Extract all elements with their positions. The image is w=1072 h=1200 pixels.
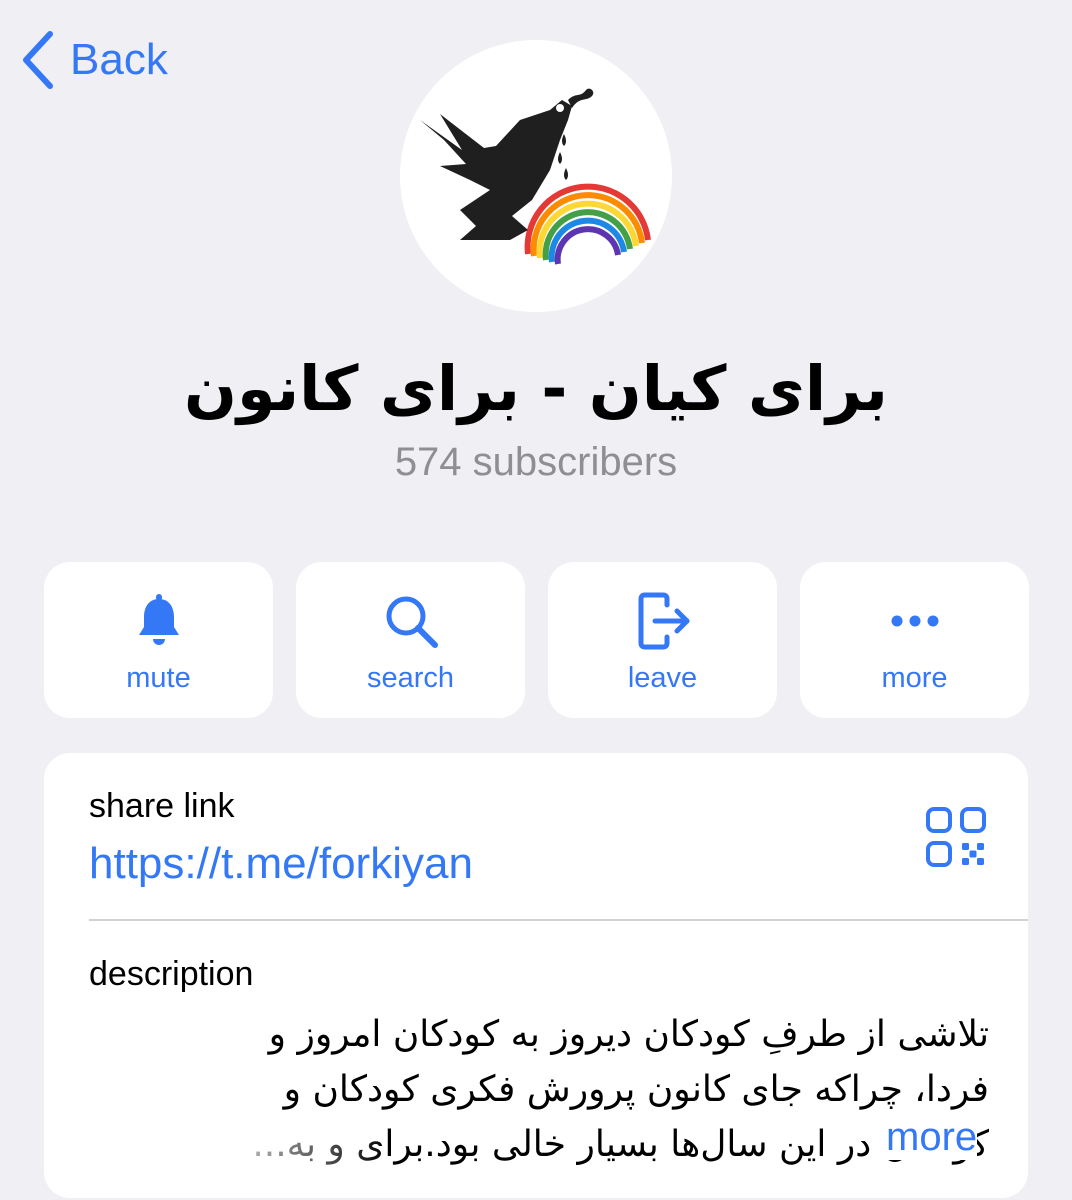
qr-code-icon[interactable] [924, 805, 988, 869]
leave-button[interactable]: leave [548, 562, 777, 718]
action-buttons: mute search leave more [44, 562, 1029, 718]
leave-label: leave [627, 662, 698, 694]
search-icon [381, 590, 441, 652]
chevron-left-icon [23, 31, 53, 89]
description-line: تلاشی از طرفِ کودکان دیروز به کودکان امر… [268, 1014, 989, 1055]
more-dots-icon [885, 590, 945, 652]
search-button[interactable]: search [296, 562, 525, 718]
channel-title: برای کیان - برای کانون [184, 352, 888, 425]
more-label: more [881, 662, 948, 694]
share-link-url[interactable]: https://t.me/forkiyan [89, 839, 473, 889]
back-button[interactable]: Back [20, 30, 168, 90]
description-line: کودکان در این سال‌ها بسیار خالی بود.برای… [252, 1124, 989, 1165]
description-label: description [89, 955, 254, 993]
description-text: تلاشی از طرفِ کودکان دیروز به کودکان امر… [89, 1007, 989, 1172]
bell-icon [129, 590, 189, 652]
description-line: فردا، چراکه جای کانون پرورش فکری کودکان … [283, 1069, 989, 1110]
channel-info-screen: Back برای کیان - برای کانون 574 subscrib… [0, 0, 1072, 1200]
channel-avatar[interactable] [400, 40, 672, 312]
share-link-label: share link [89, 787, 235, 825]
description-more-link[interactable]: more [880, 1115, 978, 1160]
subscriber-count: 574 subscribers [394, 440, 678, 484]
divider [89, 919, 1028, 921]
leave-icon [633, 590, 693, 652]
bird-rainbow-logo [420, 88, 651, 265]
channel-info-card: share link https://t.me/forkiyan descrip… [44, 753, 1028, 1198]
search-label: search [366, 662, 455, 694]
mute-button[interactable]: mute [44, 562, 273, 718]
mute-label: mute [126, 662, 191, 694]
back-label: Back [70, 35, 168, 84]
more-button[interactable]: more [800, 562, 1029, 718]
